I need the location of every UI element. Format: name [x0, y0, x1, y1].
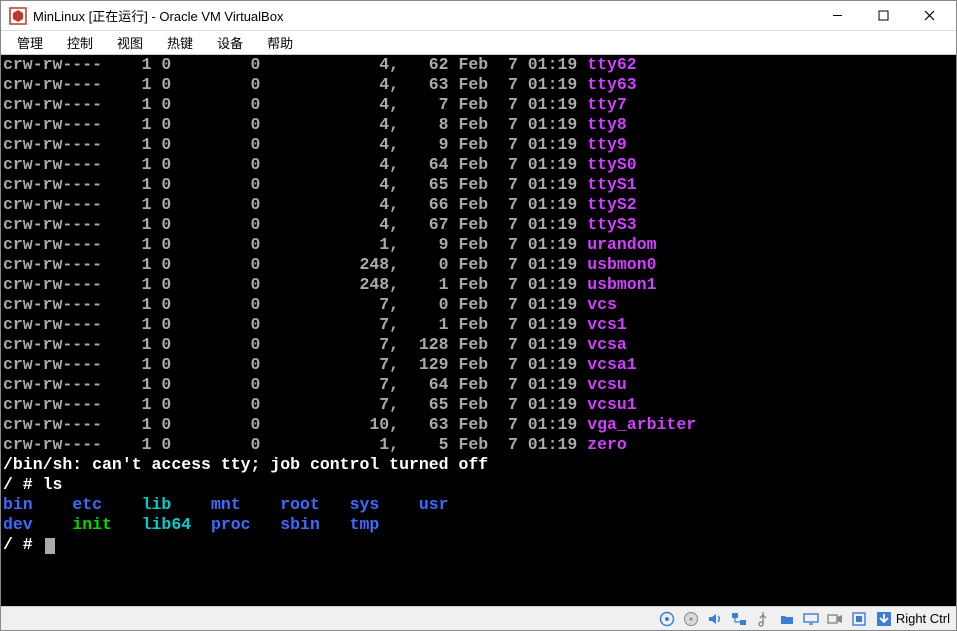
window-title: MinLinux [正在运行] - Oracle VM VirtualBox — [33, 6, 283, 25]
terminal[interactable]: crw-rw---- 1 0 0 4, 62 Feb 7 01:19 tty62… — [1, 55, 956, 606]
host-key-label: Right Ctrl — [896, 611, 950, 626]
menu-bar: 管理 控制 视图 热键 设备 帮助 — [1, 31, 956, 55]
app-icon — [9, 7, 27, 25]
hdd-icon[interactable] — [682, 610, 700, 628]
shared-folders-icon[interactable] — [778, 610, 796, 628]
guest-additions-icon[interactable] — [850, 610, 868, 628]
arrow-down-icon — [876, 611, 892, 627]
close-button[interactable] — [906, 1, 952, 31]
network-icon[interactable] — [730, 610, 748, 628]
menu-manage[interactable]: 管理 — [5, 30, 55, 55]
menu-devices[interactable]: 设备 — [205, 30, 255, 55]
recording-icon[interactable] — [826, 610, 844, 628]
host-key-hint: Right Ctrl — [876, 611, 950, 627]
menu-hotkeys[interactable]: 热键 — [155, 30, 205, 55]
menu-help[interactable]: 帮助 — [255, 30, 305, 55]
display-icon[interactable] — [802, 610, 820, 628]
minimize-button[interactable] — [814, 1, 860, 31]
disc-icon[interactable] — [658, 610, 676, 628]
status-bar: Right Ctrl — [1, 606, 956, 630]
maximize-button[interactable] — [860, 1, 906, 31]
menu-view[interactable]: 视图 — [105, 30, 155, 55]
audio-icon[interactable] — [706, 610, 724, 628]
title-bar: MinLinux [正在运行] - Oracle VM VirtualBox — [1, 1, 956, 31]
menu-control[interactable]: 控制 — [55, 30, 105, 55]
usb-icon[interactable] — [754, 610, 772, 628]
